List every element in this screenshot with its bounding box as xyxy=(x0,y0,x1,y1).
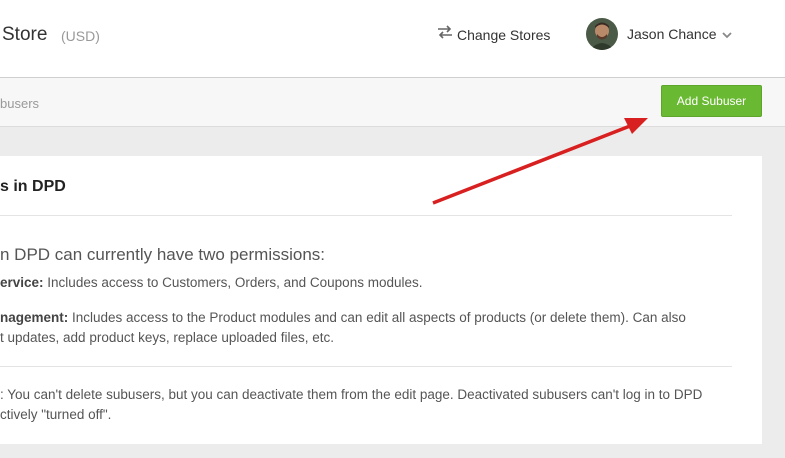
permission-text: Includes access to Customers, Orders, an… xyxy=(43,275,423,290)
change-stores-button[interactable]: Change Stores xyxy=(437,25,550,44)
breadcrumb: busers xyxy=(0,96,40,111)
card-title: s in DPD xyxy=(0,178,66,195)
card-divider xyxy=(0,215,732,216)
card-divider xyxy=(0,366,732,367)
card-intro: n DPD can currently have two permissions… xyxy=(0,245,326,264)
user-menu[interactable]: Jason Chance xyxy=(586,18,732,50)
store-currency: (USD) xyxy=(61,28,100,44)
chevron-down-icon xyxy=(721,26,732,44)
permission-product-management: nagement: Includes access to the Product… xyxy=(0,308,686,348)
swap-arrows-icon xyxy=(437,25,457,44)
card-note: : You can't delete subusers, but you can… xyxy=(0,385,702,425)
add-subuser-button[interactable]: Add Subuser xyxy=(661,85,762,117)
permission-text-continued: t updates, add product keys, replace upl… xyxy=(0,330,334,345)
store-title: Store xyxy=(2,24,48,45)
permission-text: Includes access to the Product modules a… xyxy=(68,310,686,325)
change-stores-label: Change Stores xyxy=(457,26,551,43)
avatar xyxy=(586,18,618,50)
top-header: Store (USD) Change Stores Jason Chance xyxy=(0,0,785,78)
note-text: : You can't delete subusers, but you can… xyxy=(0,387,703,402)
permission-label: ervice: xyxy=(0,275,44,290)
permission-customer-service: ervice: Includes access to Customers, Or… xyxy=(0,273,422,293)
note-text-continued: ctively "turned off". xyxy=(0,407,112,422)
info-card: s in DPD n DPD can currently have two pe… xyxy=(0,156,762,444)
user-name: Jason Chance xyxy=(627,26,717,42)
permission-label: nagement: xyxy=(0,310,69,325)
page-subheader: busers Add Subuser xyxy=(0,78,785,127)
